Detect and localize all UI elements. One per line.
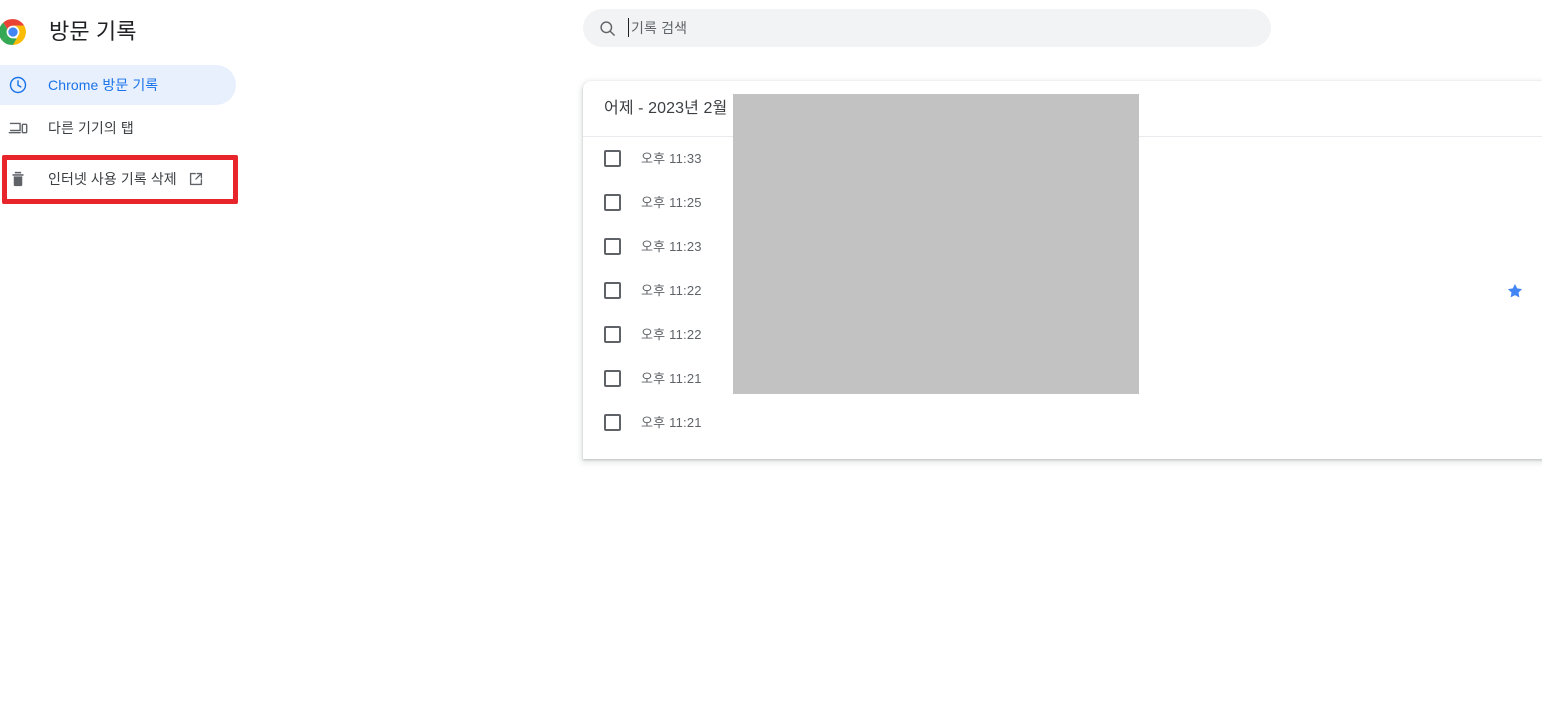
history-row[interactable]: 오후 11:21 (583, 357, 1542, 401)
history-card: 어제 - 2023년 2월 14일 화요일 오후 11:33 오후 11:25 오후… (583, 81, 1542, 459)
history-row[interactable]: 오후 11:33 (583, 137, 1542, 181)
row-checkbox[interactable] (604, 370, 621, 387)
history-row[interactable]: 오후 11:25 (583, 181, 1542, 225)
trash-icon (8, 169, 28, 189)
row-time: 오후 11:21 (641, 415, 702, 430)
history-group-header: 어제 - 2023년 2월 14일 화요일 (583, 81, 1542, 137)
row-time: 오후 11:33 (641, 151, 702, 166)
sidebar-item-label: 다른 기기의 탭 (48, 120, 134, 136)
row-time: 오후 11:21 (641, 371, 702, 386)
history-row[interactable]: 오후 11:22 (583, 269, 1542, 313)
history-row[interactable]: 오후 11:23 (583, 225, 1542, 269)
search-placeholder: 기록 검색 (631, 20, 688, 36)
sidebar-item-label: Chrome 방문 기록 (48, 77, 159, 93)
open-in-new-icon[interactable] (187, 170, 205, 188)
text-caret (628, 18, 629, 37)
search-icon (597, 18, 617, 38)
row-checkbox[interactable] (604, 326, 621, 343)
row-checkbox[interactable] (604, 194, 621, 211)
history-group-header-label: 어제 - 2023년 2월 14일 화요일 (604, 99, 814, 117)
sidebar-item-chrome-history[interactable]: Chrome 방문 기록 (0, 65, 236, 105)
row-checkbox[interactable] (604, 414, 621, 431)
page-title: 방문 기록 (49, 19, 137, 44)
sidebar-item-tabs-from-other-devices[interactable]: 다른 기기의 탭 (0, 108, 236, 148)
row-time: 오후 11:23 (641, 239, 702, 254)
main-content: 기록 검색 어제 - 2023년 2월 14일 화요일 오후 11:33 오후 1… (260, 0, 1542, 720)
brand-row: 방문 기록 (0, 12, 137, 52)
search-input[interactable]: 기록 검색 (628, 9, 1271, 47)
row-checkbox[interactable] (604, 150, 621, 167)
sidebar: 방문 기록 Chrome 방문 기록 다른 기기의 탭 인터넷 사용 기록 삭제 (0, 0, 260, 720)
bookmark-star-icon[interactable] (1505, 281, 1525, 301)
search-bar[interactable]: 기록 검색 (583, 9, 1271, 47)
sidebar-item-clear-browsing-data[interactable]: 인터넷 사용 기록 삭제 (0, 159, 236, 199)
row-time: 오후 11:25 (641, 195, 702, 210)
history-row[interactable]: 오후 11:22 (583, 313, 1542, 357)
clock-icon (8, 75, 28, 95)
row-time: 오후 11:22 (641, 283, 702, 298)
chrome-logo-icon (0, 18, 27, 46)
sidebar-item-label: 인터넷 사용 기록 삭제 (48, 171, 177, 187)
row-time: 오후 11:22 (641, 327, 702, 342)
devices-icon (8, 118, 28, 138)
history-page: 방문 기록 Chrome 방문 기록 다른 기기의 탭 인터넷 사용 기록 삭제… (0, 0, 1542, 720)
row-checkbox[interactable] (604, 282, 621, 299)
history-list: 오후 11:33 오후 11:25 오후 11:23 오후 11:22 오후 11:22… (583, 137, 1542, 445)
history-row[interactable]: 오후 11:21 (583, 401, 1542, 445)
row-checkbox[interactable] (604, 238, 621, 255)
